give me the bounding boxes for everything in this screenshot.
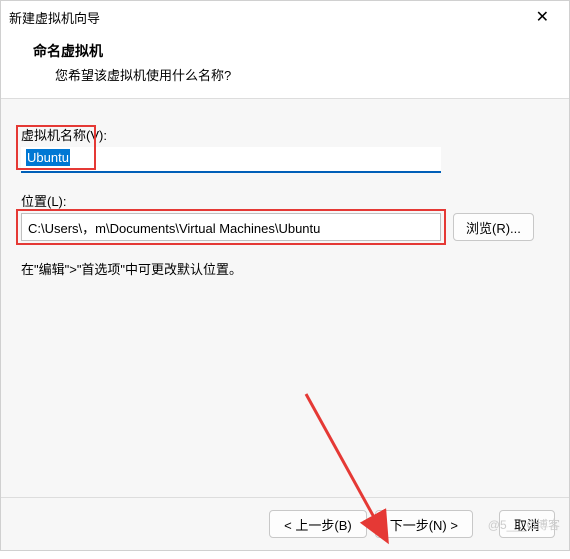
browse-button[interactable]: 浏览(R)... bbox=[453, 213, 534, 241]
location-input[interactable] bbox=[21, 213, 441, 241]
page-subtitle: 您希望该虚拟机使用什么名称? bbox=[33, 65, 551, 84]
wizard-window: 新建虚拟机向导 ✕ 命名虚拟机 您希望该虚拟机使用什么名称? 虚拟机名称(V):… bbox=[0, 0, 570, 551]
vmname-input[interactable]: Ubuntu bbox=[21, 147, 441, 173]
wizard-footer: < 上一步(B) 下一步(N) > 取消 bbox=[1, 497, 569, 550]
location-label: 位置(L): bbox=[21, 191, 549, 210]
page-title: 命名虚拟机 bbox=[33, 41, 551, 61]
back-button[interactable]: < 上一步(B) bbox=[269, 510, 367, 538]
window-title: 新建虚拟机向导 bbox=[9, 8, 100, 27]
hint-text: 在"编辑">"首选项"中可更改默认位置。 bbox=[21, 259, 549, 278]
close-icon[interactable]: ✕ bbox=[528, 3, 557, 31]
next-button[interactable]: 下一步(N) > bbox=[375, 510, 473, 538]
vmname-label: 虚拟机名称(V): bbox=[21, 125, 549, 144]
cancel-button[interactable]: 取消 bbox=[499, 510, 555, 538]
vmname-field: 虚拟机名称(V): Ubuntu bbox=[21, 125, 549, 173]
location-field: 位置(L): 浏览(R)... bbox=[21, 191, 549, 241]
titlebar: 新建虚拟机向导 ✕ bbox=[1, 1, 569, 33]
content-area: 虚拟机名称(V): Ubuntu 位置(L): 浏览(R)... 在"编辑">"… bbox=[1, 99, 569, 497]
wizard-header: 命名虚拟机 您希望该虚拟机使用什么名称? bbox=[1, 33, 569, 99]
